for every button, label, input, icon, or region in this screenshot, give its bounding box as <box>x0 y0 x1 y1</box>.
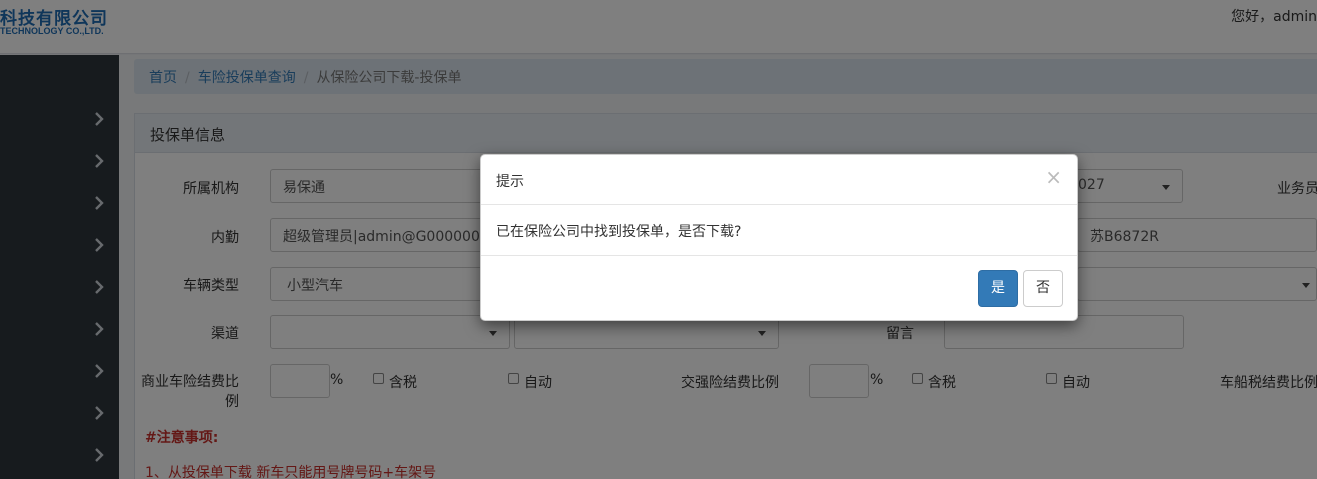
confirm-dialog: 提示 × 已在保险公司中找到投保单，是否下载? 是 否 <box>480 154 1078 321</box>
dialog-message: 已在保险公司中找到投保单，是否下载? <box>496 224 742 240</box>
yes-button[interactable]: 是 <box>978 270 1018 307</box>
close-icon[interactable]: × <box>1045 167 1062 187</box>
dialog-body: 已在保险公司中找到投保单，是否下载? <box>481 205 1077 256</box>
dialog-title: 提示 <box>496 174 524 190</box>
dialog-header: 提示 × <box>481 155 1077 205</box>
no-button[interactable]: 否 <box>1023 270 1063 307</box>
